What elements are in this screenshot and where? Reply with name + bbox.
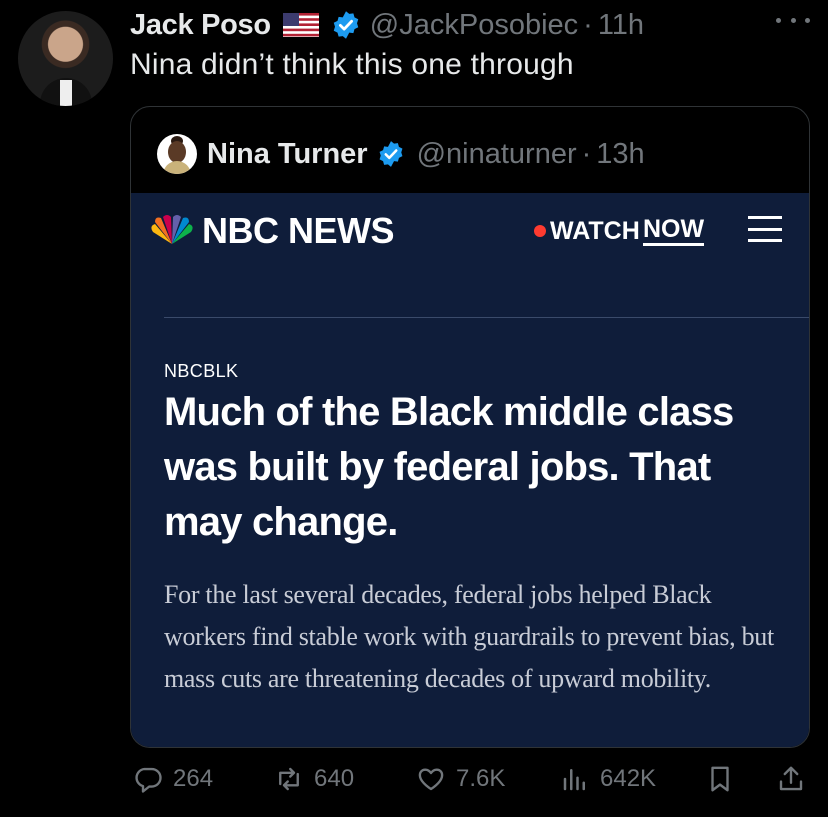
separator-dot: · <box>581 137 592 170</box>
views-button[interactable]: 642K <box>560 764 656 794</box>
repost-icon <box>279 767 299 791</box>
author-handle[interactable]: @JackPosobiec <box>370 9 578 42</box>
views-count: 642K <box>600 765 657 792</box>
nbc-navbar: NBC NEWS WATCH NOW <box>131 193 809 279</box>
article-headline: Much of the Black middle class was built… <box>164 390 734 544</box>
nbc-news-logo: NBC NEWS <box>202 210 395 251</box>
reply-count: 264 <box>173 765 214 792</box>
share-button[interactable] <box>776 764 816 794</box>
author-name[interactable]: Jack Poso <box>130 9 271 42</box>
reply-icon <box>135 767 162 793</box>
menu-icon <box>748 216 782 242</box>
separator-dot: · <box>583 8 593 41</box>
article-dek: For the last several decades, federal jo… <box>164 580 774 693</box>
quoted-media[interactable]: NBC NEWS WATCH NOW NBCBLK Much of the Bl… <box>131 193 809 747</box>
quoted-avatar[interactable] <box>157 134 197 174</box>
like-button[interactable]: 7.6K <box>416 764 505 794</box>
share-icon <box>779 766 803 791</box>
quoted-time[interactable]: 13h <box>596 138 644 171</box>
live-dot <box>534 225 546 237</box>
tweet-time[interactable]: 11h <box>598 9 644 42</box>
tweet-header: Jack Poso @JackPosobiec · 11h <box>130 7 644 43</box>
avatar-collar <box>60 80 72 106</box>
quoted-handle[interactable]: @ninaturner <box>417 138 577 171</box>
like-icon <box>418 768 444 791</box>
bookmark-button[interactable] <box>705 764 745 794</box>
verified-icon <box>379 141 403 167</box>
views-icon <box>563 769 585 791</box>
repost-count: 640 <box>314 765 355 792</box>
now-label: NOW <box>643 217 705 246</box>
reply-button[interactable]: 264 <box>133 764 213 794</box>
bookmark-icon <box>711 766 729 792</box>
us-flag-icon <box>282 13 319 37</box>
article-kicker: NBCBLK <box>164 361 239 381</box>
quoted-tweet[interactable]: Nina Turner @ninaturner · 13h NBC NEWS W… <box>130 106 810 748</box>
watch-label: WATCH <box>550 217 640 245</box>
author-avatar[interactable] <box>18 11 113 106</box>
action-bar: 264 640 7.6K 642K <box>0 760 828 806</box>
verified-icon <box>333 11 359 39</box>
more-icon[interactable] <box>776 8 810 32</box>
quoted-name[interactable]: Nina Turner <box>207 138 368 171</box>
quoted-header: Nina Turner @ninaturner · 13h <box>157 133 645 175</box>
repost-button[interactable]: 640 <box>274 764 354 794</box>
article-divider <box>164 317 809 318</box>
nbc-peacock-icon <box>151 215 193 244</box>
tweet-text: Nina didn’t think this one through <box>130 48 574 81</box>
like-count: 7.6K <box>456 765 506 792</box>
